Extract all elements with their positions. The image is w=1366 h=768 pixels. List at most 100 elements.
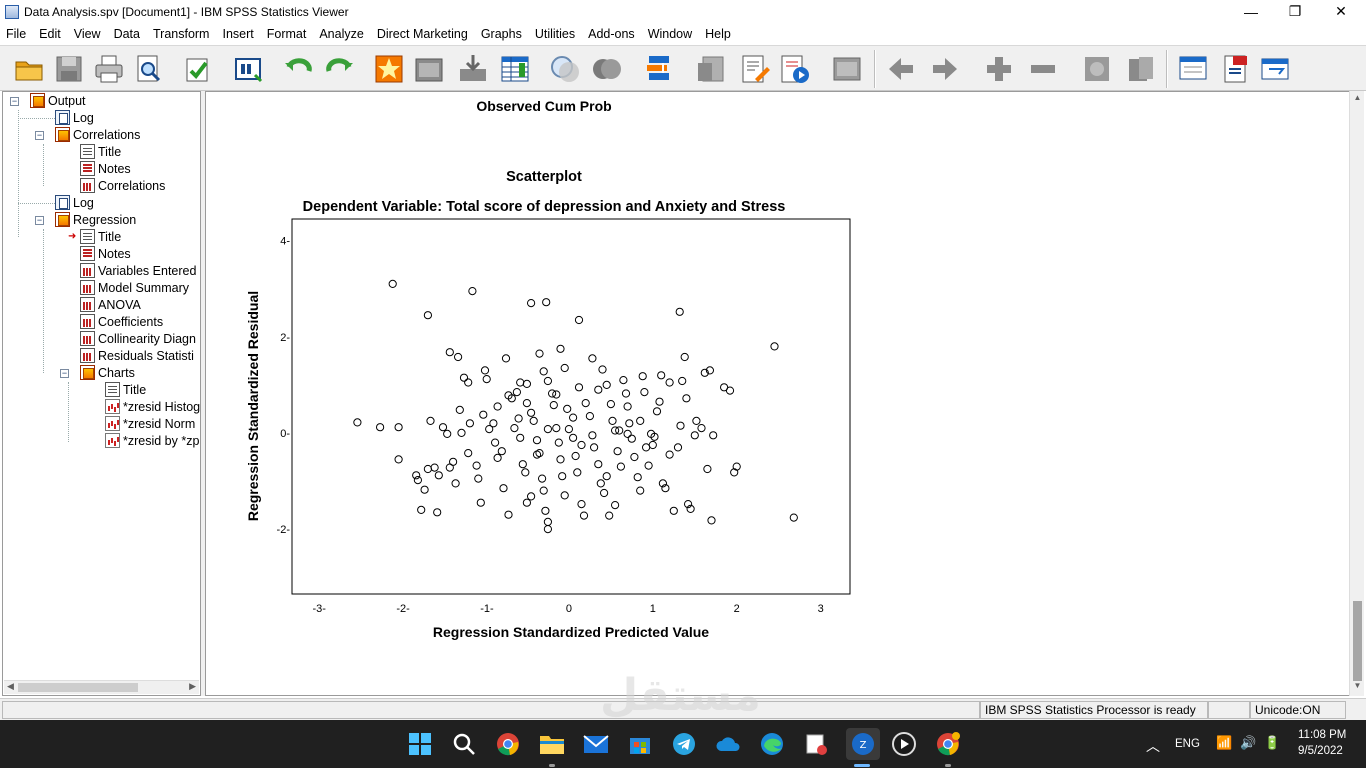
- content-vertical-scrollbar[interactable]: ▲ ▼: [1349, 91, 1364, 696]
- insert-title-icon[interactable]: [1218, 52, 1252, 86]
- use-sets-icon[interactable]: [548, 52, 582, 86]
- tree-item-title[interactable]: Title: [80, 143, 121, 160]
- scroll-up-icon[interactable]: ▲: [1353, 93, 1362, 102]
- scroll-left-icon[interactable]: ◀: [7, 681, 14, 692]
- tree-item-log[interactable]: Log: [55, 109, 94, 126]
- x-tick-label: 3: [818, 603, 824, 615]
- print-preview-icon[interactable]: [132, 52, 166, 86]
- menu-format[interactable]: Format: [263, 27, 316, 41]
- menu-view[interactable]: View: [70, 27, 110, 41]
- menu-edit[interactable]: Edit: [35, 27, 70, 41]
- tree-item-zresid-histogram[interactable]: *zresid Histog: [105, 398, 200, 415]
- hide-icon[interactable]: [1124, 52, 1158, 86]
- clock-time[interactable]: 11:08 PM: [1298, 729, 1346, 741]
- tree-item-collinearity[interactable]: Collinearity Diagn: [80, 330, 196, 347]
- insert-variable-icon[interactable]: [456, 52, 490, 86]
- arrow-right-icon[interactable]: [928, 52, 962, 86]
- expand-plus-icon[interactable]: [982, 52, 1016, 86]
- collapse-minus-icon[interactable]: [1026, 52, 1060, 86]
- designate-window-icon[interactable]: [694, 52, 728, 86]
- tree-item-notes[interactable]: Notes: [80, 245, 131, 262]
- menu-direct-marketing[interactable]: Direct Marketing: [373, 27, 477, 41]
- tree-item-charts[interactable]: Charts: [80, 364, 135, 381]
- export-icon[interactable]: [180, 52, 214, 86]
- tree-item-log[interactable]: Log: [55, 194, 94, 211]
- clock-date[interactable]: 9/5/2022: [1298, 745, 1343, 757]
- telegram-icon[interactable]: [670, 730, 698, 758]
- scroll-right-icon[interactable]: ▶: [189, 681, 196, 692]
- chart-icon: [105, 416, 120, 431]
- media-player-icon[interactable]: [890, 730, 918, 758]
- print-icon[interactable]: [92, 52, 126, 86]
- close-button[interactable]: ✕: [1318, 0, 1364, 23]
- collapse-regression-icon[interactable]: −: [35, 216, 44, 225]
- file-explorer-icon[interactable]: [538, 730, 566, 758]
- goto-case-icon[interactable]: [412, 52, 446, 86]
- output-window-icon[interactable]: [830, 52, 864, 86]
- save-icon[interactable]: [52, 52, 86, 86]
- snipping-tool-icon[interactable]: [802, 730, 830, 758]
- tree-item-correlations-table[interactable]: Correlations: [80, 177, 165, 194]
- insert-text-icon[interactable]: [1258, 52, 1292, 86]
- scrollbar-thumb[interactable]: [1353, 601, 1362, 681]
- scroll-down-icon[interactable]: ▼: [1353, 681, 1362, 690]
- spelling-icon[interactable]: [642, 52, 676, 86]
- menu-graphs[interactable]: Graphs: [477, 27, 531, 41]
- tree-item-anova[interactable]: ANOVA: [80, 296, 141, 313]
- goto-output-icon[interactable]: [372, 52, 406, 86]
- chrome-canary-icon[interactable]: [934, 730, 962, 758]
- menu-help[interactable]: Help: [701, 27, 740, 41]
- tree-item-zresid-scatter[interactable]: *zresid by *zp: [105, 432, 199, 449]
- menu-analyze[interactable]: Analyze: [315, 27, 372, 41]
- collapse-output-icon[interactable]: −: [10, 97, 19, 106]
- menu-file[interactable]: File: [2, 27, 35, 41]
- arrow-left-icon[interactable]: [884, 52, 918, 86]
- outline-horizontal-scrollbar[interactable]: ◀ ▶: [4, 680, 199, 694]
- menu-window[interactable]: Window: [644, 27, 701, 41]
- tree-item-title[interactable]: Title: [105, 381, 146, 398]
- edge-icon[interactable]: [758, 730, 786, 758]
- maximize-button[interactable]: ❐: [1272, 0, 1318, 23]
- scrollbar-thumb[interactable]: [18, 683, 138, 692]
- open-folder-icon[interactable]: [12, 52, 46, 86]
- tree-item-notes[interactable]: Notes: [80, 160, 131, 177]
- insert-heading-icon[interactable]: [1176, 52, 1210, 86]
- tree-item-variables-entered[interactable]: Variables Entered: [80, 262, 196, 279]
- variables-icon[interactable]: [498, 52, 532, 86]
- tree-item-output[interactable]: Output: [30, 92, 86, 109]
- windows-start-icon[interactable]: [406, 730, 434, 758]
- menu-add-ons[interactable]: Add-ons: [584, 27, 644, 41]
- show-all-variables-icon[interactable]: [590, 52, 624, 86]
- volume-icon[interactable]: 🔊: [1240, 735, 1256, 751]
- spss-taskbar-icon[interactable]: Z: [846, 728, 880, 760]
- tree-item-residuals-statistics[interactable]: Residuals Statisti: [80, 347, 194, 364]
- tree-item-model-summary[interactable]: Model Summary: [80, 279, 189, 296]
- tree-item-title[interactable]: ➜ Title: [68, 228, 121, 245]
- wifi-icon[interactable]: 📶: [1216, 735, 1232, 751]
- tree-item-coefficients[interactable]: Coefficients: [80, 313, 163, 330]
- collapse-charts-icon[interactable]: −: [60, 369, 69, 378]
- menu-transform[interactable]: Transform: [149, 27, 219, 41]
- search-icon[interactable]: [450, 730, 478, 758]
- tree-item-regression[interactable]: Regression: [55, 211, 136, 228]
- show-icon[interactable]: [1080, 52, 1114, 86]
- edit-output-icon[interactable]: [738, 52, 772, 86]
- show-hidden-icons-icon[interactable]: ︿: [1146, 736, 1160, 756]
- onedrive-icon[interactable]: [714, 730, 742, 758]
- tree-item-zresid-normal[interactable]: *zresid Norm: [105, 415, 195, 432]
- run-script-icon[interactable]: [778, 52, 812, 86]
- microsoft-store-icon[interactable]: [626, 730, 654, 758]
- tree-item-correlations[interactable]: Correlations: [55, 126, 140, 143]
- redo-icon[interactable]: [322, 52, 356, 86]
- menu-insert[interactable]: Insert: [218, 27, 262, 41]
- chrome-icon[interactable]: [494, 730, 522, 758]
- input-language[interactable]: ENG: [1175, 738, 1200, 750]
- menu-data[interactable]: Data: [110, 27, 149, 41]
- minimize-button[interactable]: —: [1228, 0, 1274, 23]
- menu-utilities[interactable]: Utilities: [531, 27, 584, 41]
- collapse-correlations-icon[interactable]: −: [35, 131, 44, 140]
- undo-icon[interactable]: [282, 52, 316, 86]
- goto-data-icon[interactable]: [232, 52, 266, 86]
- battery-icon[interactable]: 🔋: [1264, 735, 1280, 751]
- mail-icon[interactable]: [582, 730, 610, 758]
